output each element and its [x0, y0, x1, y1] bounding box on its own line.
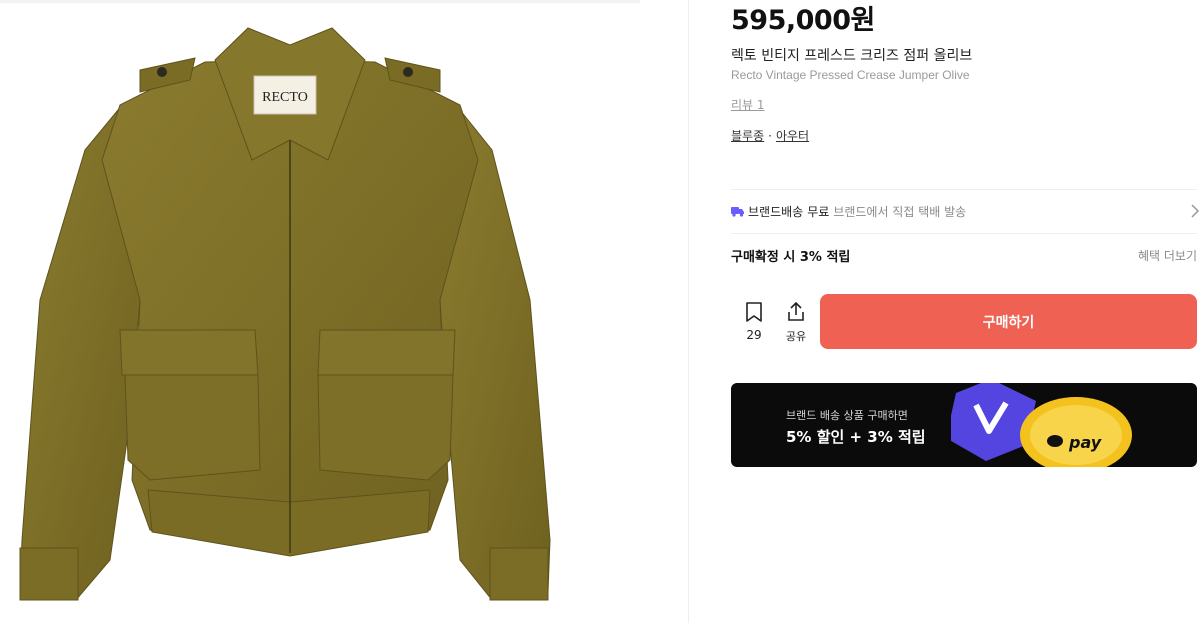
points-text: 구매확정 시 3% 적립: [731, 250, 851, 265]
shipping-free-label: 무료: [807, 204, 830, 219]
truck-icon: [731, 206, 744, 217]
category-breadcrumb: 블루종 · 아우터: [731, 127, 809, 144]
bookmark-icon: [746, 302, 762, 322]
product-image-pane: RECTO: [0, 0, 688, 623]
brand-label-text: RECTO: [262, 90, 308, 105]
banner-title: 5% 할인 + 3% 적립: [786, 428, 926, 446]
banner-subtitle: 브랜드 배송 상품 구매하면: [786, 409, 908, 422]
product-name-korean: 렉토 빈티지 프레스드 크리즈 점퍼 올리브: [731, 48, 973, 64]
product-name-english: Recto Vintage Pressed Crease Jumper Oliv…: [731, 68, 970, 82]
chevron-right-icon: [1191, 204, 1200, 218]
divider: [731, 233, 1197, 234]
bookmark-count: 29: [746, 328, 762, 342]
points-row: 구매확정 시 3% 적립 혜택 더보기: [731, 245, 1197, 267]
benefits-more-link[interactable]: 혜택 더보기: [1138, 247, 1197, 264]
shipping-info-row[interactable]: 브랜드배송 무료 브랜드에서 직접 택배 발송: [731, 197, 1200, 225]
product-price: 595,000원: [731, 5, 875, 36]
coin-text: pay: [1068, 433, 1102, 452]
action-row: 29 공유 구매하기: [731, 294, 1200, 350]
shipping-description: 브랜드에서 직접 택배 발송: [833, 204, 967, 219]
pane-divider: [688, 0, 689, 623]
review-link[interactable]: 리뷰 1: [731, 96, 765, 113]
product-jacket-image: RECTO: [19, 27, 551, 601]
promo-banner[interactable]: 브랜드 배송 상품 구매하면 5% 할인 + 3% 적립 pay: [731, 383, 1197, 467]
shipping-title: 브랜드배송: [748, 204, 804, 219]
category-link-blouson[interactable]: 블루종: [731, 129, 764, 143]
bookmark-button[interactable]: 29: [737, 302, 771, 342]
category-separator: ·: [768, 129, 772, 143]
share-label: 공유: [785, 330, 807, 343]
share-icon: [788, 301, 804, 321]
product-info-pane: 595,000원 렉토 빈티지 프레스드 크리즈 점퍼 올리브 Recto Vi…: [731, 0, 1200, 623]
buy-button[interactable]: 구매하기: [820, 294, 1197, 349]
divider: [731, 189, 1197, 190]
category-link-outer[interactable]: 아우터: [776, 129, 809, 143]
share-button[interactable]: 공유: [779, 301, 813, 344]
banner-coin-art: pay: [951, 383, 1132, 467]
